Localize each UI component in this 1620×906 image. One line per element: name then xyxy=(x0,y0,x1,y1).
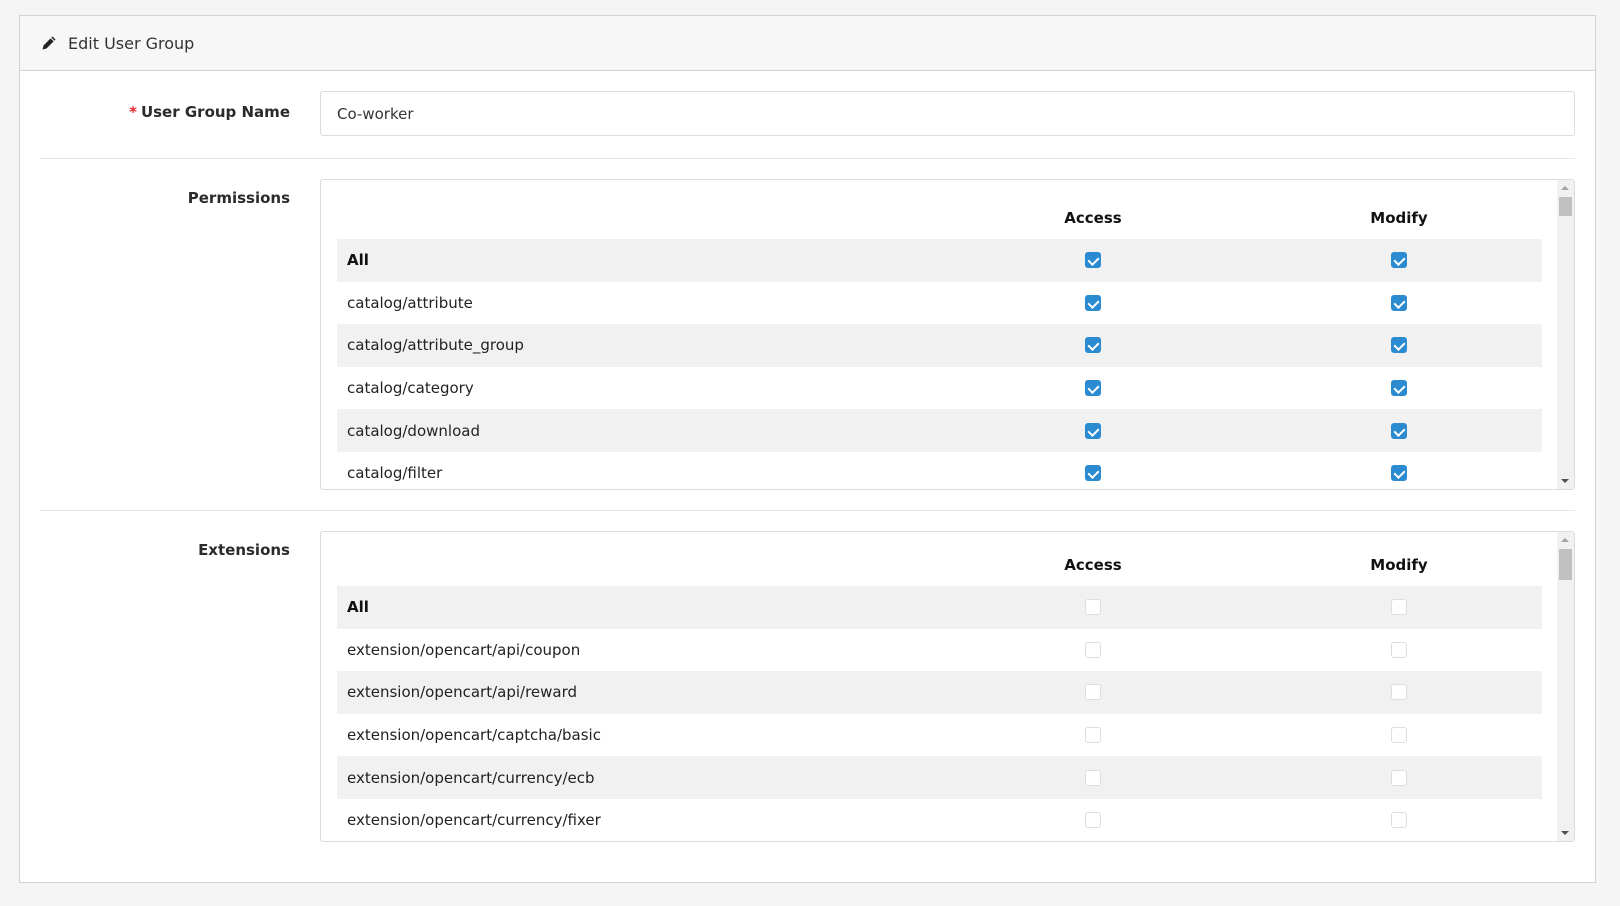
permission-row-label: catalog/download xyxy=(347,421,480,440)
user-group-name-label: * User Group Name xyxy=(129,103,290,121)
pencil-icon xyxy=(40,34,58,52)
modify-checkbox[interactable] xyxy=(1391,294,1407,311)
access-checkbox[interactable] xyxy=(1085,641,1101,658)
scrollbar-thumb[interactable] xyxy=(1559,549,1572,580)
modify-checkbox[interactable] xyxy=(1391,422,1407,439)
permissions-label: Permissions xyxy=(187,189,290,207)
access-checkbox[interactable] xyxy=(1085,337,1101,354)
modify-checkbox[interactable] xyxy=(1391,727,1407,744)
extension-row: extension/opencart/currency/fixer xyxy=(337,799,1542,841)
modify-checkbox[interactable] xyxy=(1391,380,1407,397)
access-checkbox[interactable] xyxy=(1085,294,1101,311)
extension-row: extension/opencart/api/coupon xyxy=(337,629,1542,672)
extension-row-label: All xyxy=(347,598,369,617)
extensions-row: Extensions Access Modify All extension/op… xyxy=(40,531,1575,843)
access-checkbox[interactable] xyxy=(1085,465,1101,482)
scroll-down-arrow-icon[interactable] xyxy=(1561,831,1569,835)
scroll-up-arrow-icon[interactable] xyxy=(1561,538,1569,542)
permission-row: catalog/download xyxy=(337,409,1542,452)
permissions-table: Access Modify All catalog/attribute catalo… xyxy=(337,180,1542,489)
modify-checkbox[interactable] xyxy=(1391,641,1407,658)
extensions-label: Extensions xyxy=(198,541,290,559)
permission-row: catalog/category xyxy=(337,367,1542,410)
access-checkbox[interactable] xyxy=(1085,727,1101,744)
extension-row: extension/opencart/captcha/basic xyxy=(337,714,1542,757)
access-checkbox[interactable] xyxy=(1085,812,1101,829)
permission-row: catalog/attribute_group xyxy=(337,324,1542,367)
extensions-box: Access Modify All extension/opencart/api/… xyxy=(320,531,1575,842)
user-group-name-input[interactable] xyxy=(320,91,1575,136)
card-header: Edit User Group xyxy=(20,16,1595,71)
extension-row: extension/opencart/api/reward xyxy=(337,671,1542,714)
extension-row: extension/opencart/currency/ecb xyxy=(337,756,1542,799)
extensions-table-header: Access Modify xyxy=(337,532,1542,586)
divider xyxy=(40,510,1575,511)
required-marker: * xyxy=(129,103,137,121)
modify-checkbox[interactable] xyxy=(1391,337,1407,354)
access-checkbox[interactable] xyxy=(1085,769,1101,786)
edit-user-group-card: Edit User Group *User Group Name Permiss… xyxy=(19,15,1596,883)
permission-row-label: catalog/category xyxy=(347,379,474,398)
extension-row-label: extension/opencart/api/coupon xyxy=(347,640,581,659)
divider xyxy=(40,158,1575,159)
permissions-box: Access Modify All catalog/attribute catalo… xyxy=(320,179,1575,490)
permission-row: catalog/filter xyxy=(337,452,1542,489)
access-checkbox[interactable] xyxy=(1085,422,1101,439)
modify-checkbox[interactable] xyxy=(1391,812,1407,829)
modify-checkbox[interactable] xyxy=(1391,252,1407,269)
extension-row: All xyxy=(337,586,1542,629)
permissions-table-header: Access Modify xyxy=(337,180,1542,239)
access-column-header: Access xyxy=(1064,209,1122,227)
permission-row-label: catalog/attribute xyxy=(347,293,473,312)
modify-checkbox[interactable] xyxy=(1391,465,1407,482)
permission-row-label: catalog/attribute_group xyxy=(347,336,524,355)
permissions-scrollbar[interactable] xyxy=(1557,180,1574,489)
permission-row: catalog/attribute xyxy=(337,282,1542,325)
scroll-up-arrow-icon[interactable] xyxy=(1561,186,1569,190)
extensions-table: Access Modify All extension/opencart/api/… xyxy=(337,532,1542,841)
permission-row-label: All xyxy=(347,251,369,270)
extensions-scrollbar[interactable] xyxy=(1557,532,1574,841)
access-column-header: Access xyxy=(1064,556,1122,574)
access-checkbox[interactable] xyxy=(1085,380,1101,397)
permissions-row: Permissions Access Modify All catalog/att… xyxy=(40,179,1575,491)
extension-row-label: extension/opencart/currency/ecb xyxy=(347,768,595,787)
access-checkbox[interactable] xyxy=(1085,684,1101,701)
modify-checkbox[interactable] xyxy=(1391,599,1407,616)
extension-row-label: extension/opencart/captcha/basic xyxy=(347,726,601,745)
access-checkbox[interactable] xyxy=(1085,252,1101,269)
modify-column-header: Modify xyxy=(1370,209,1428,227)
modify-checkbox[interactable] xyxy=(1391,684,1407,701)
extension-row-label: extension/opencart/api/reward xyxy=(347,683,578,702)
card-title: Edit User Group xyxy=(68,33,195,53)
modify-checkbox[interactable] xyxy=(1391,769,1407,786)
user-group-name-row: * User Group Name xyxy=(40,91,1575,136)
extension-row-label: extension/opencart/currency/fixer xyxy=(347,811,601,830)
permission-row-label: catalog/filter xyxy=(347,464,443,483)
access-checkbox[interactable] xyxy=(1085,599,1101,616)
permission-row: All xyxy=(337,239,1542,282)
scrollbar-thumb[interactable] xyxy=(1559,197,1572,216)
scroll-down-arrow-icon[interactable] xyxy=(1561,479,1569,483)
modify-column-header: Modify xyxy=(1370,556,1428,574)
